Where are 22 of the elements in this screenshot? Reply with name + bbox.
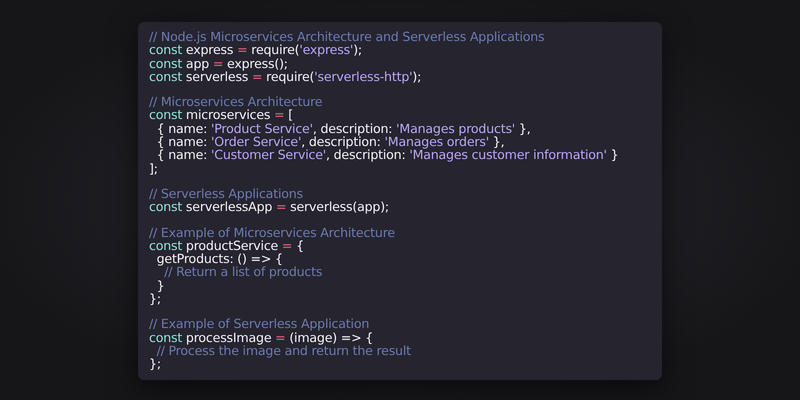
code-line: // Node.js Microservices Architecture and Serverless Applications [149,30,544,44]
code-line: const processImage = (image) => { [149,330,374,344]
code-line: const express = require('express'); [149,43,362,57]
code-line: const serverless = require('serverless-http'); [149,70,422,84]
code-line: { name: 'Order Service', description: 'Manages orders' }, [156,135,504,148]
code-line: // Example of Serverless Application [149,317,370,331]
code-line: } [156,278,164,292]
code-line: const productService = { [149,238,304,252]
code-line: const serverlessApp = serverless(app); [149,200,389,214]
code-line: // Serverless Applications [149,186,303,200]
code-line: }; [149,292,161,306]
code-line: { name: 'Customer Service', description: 'Manages customer information' } [156,148,618,162]
code-line: // Example of Microservices Architecture [149,226,395,239]
code-line: const app = express(); [149,56,288,70]
code-line: ]; [149,162,158,175]
code-line: // Return a list of products [164,265,322,279]
code-line: const microservices = [ [149,108,293,122]
code-line: { name: 'Product Service', description: 'Manages products' }, [156,122,530,136]
code-line: getProducts: () => { [156,252,283,266]
code-line: // Process the image and return the result [156,344,411,358]
code-line: // Microservices Architecture [149,95,322,108]
code-line: }; [149,357,161,371]
